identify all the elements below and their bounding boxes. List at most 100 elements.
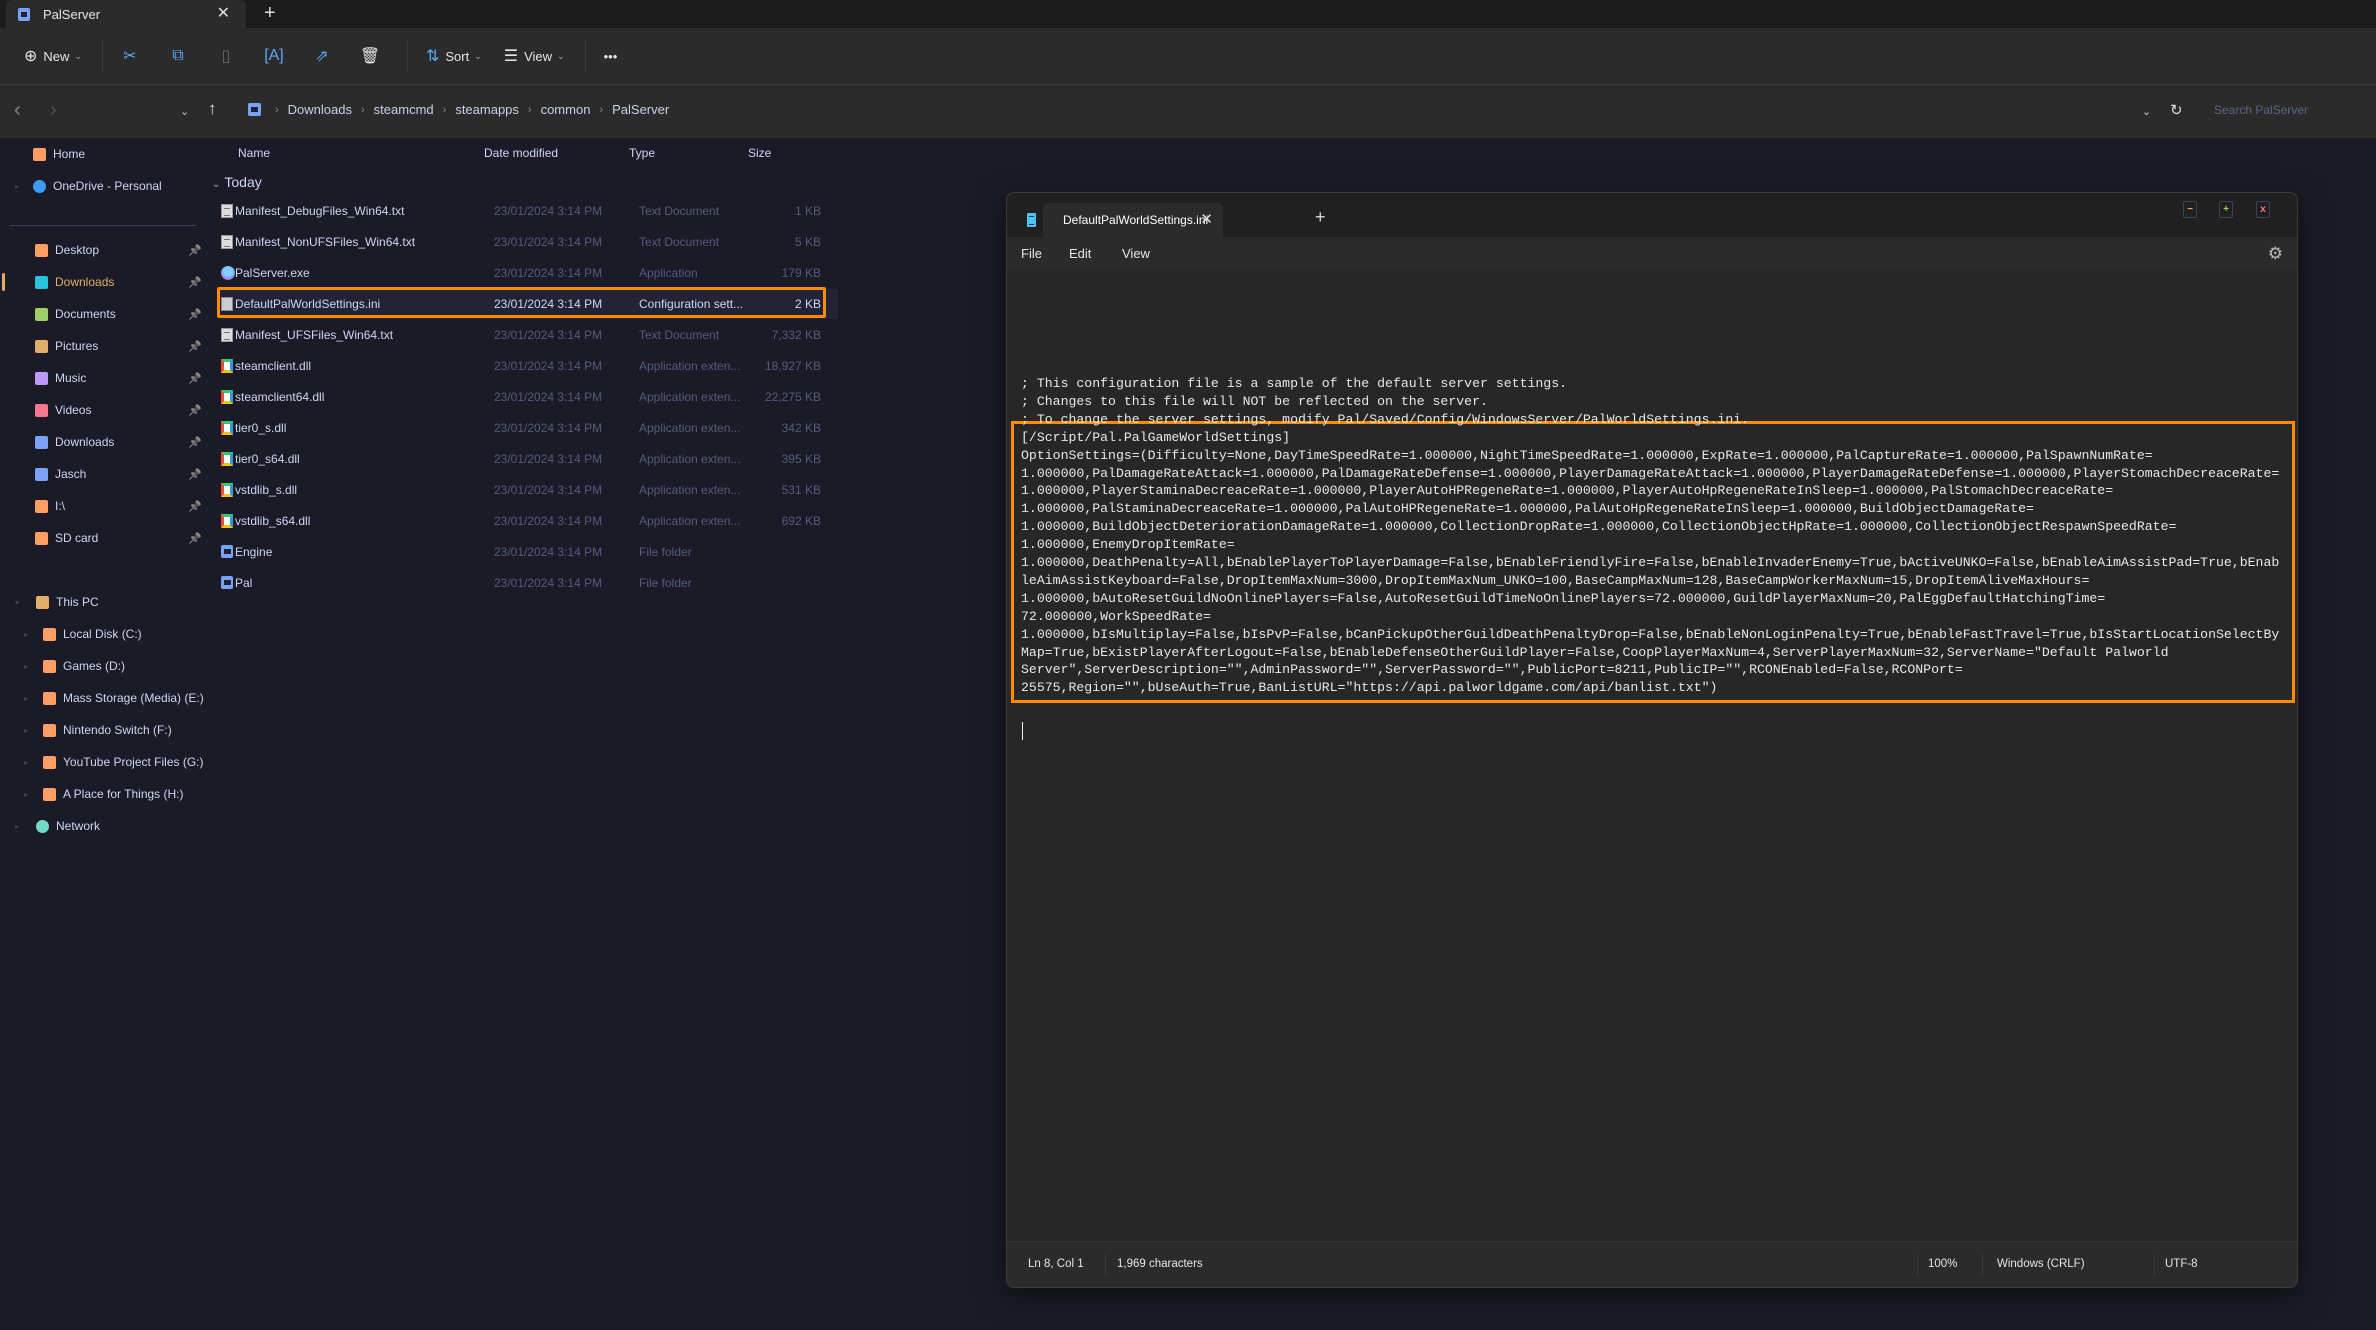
- file-row[interactable]: steamclient.dll 23/01/2024 3:14 PM Applica…: [218, 351, 838, 381]
- sidebar-item-network[interactable]: Network ▸: [0, 812, 210, 840]
- file-row[interactable]: PalServer.exe 23/01/2024 3:14 PM Applicati…: [218, 258, 838, 288]
- breadcrumb-item[interactable]: PalServer: [612, 102, 669, 117]
- back-button[interactable]: ‹: [14, 99, 21, 122]
- share-button[interactable]: ⇗: [307, 38, 343, 74]
- settings-gear-icon[interactable]: ⚙: [2268, 244, 2283, 264]
- paste-button[interactable]: ▯: [211, 38, 247, 74]
- sidebar-item-drive[interactable]: YouTube Project Files (G:) ▸: [0, 748, 210, 776]
- minimize-button[interactable]: −: [2183, 201, 2197, 218]
- menu-file[interactable]: File: [1021, 246, 1042, 261]
- breadcrumb-item[interactable]: steamapps: [455, 102, 519, 117]
- sidebar-item-quick-access[interactable]: Music 📌: [0, 364, 210, 392]
- expand-chevron-icon[interactable]: ▾: [15, 598, 19, 607]
- breadcrumb-item[interactable]: common: [541, 102, 591, 117]
- rename-button[interactable]: [A]: [259, 38, 295, 74]
- explorer-tab[interactable]: PalServer ✕: [6, 0, 246, 28]
- search-input[interactable]: Search PalServer: [2214, 103, 2308, 117]
- column-header-date[interactable]: Date modified: [484, 146, 558, 160]
- text-line: 1.000000,PalDamageRateAttack=1.000000,Pa…: [1021, 465, 2280, 481]
- file-row[interactable]: steamclient64.dll 23/01/2024 3:14 PM Appli…: [218, 382, 838, 412]
- sidebar-item-onedrive[interactable]: OneDrive - Personal ▸: [0, 172, 210, 200]
- breadcrumb-item[interactable]: steamcmd: [374, 102, 434, 117]
- sidebar-item-quick-access[interactable]: Pictures 📌: [0, 332, 210, 360]
- expand-chevron-icon[interactable]: ▸: [24, 758, 28, 767]
- file-row[interactable]: Manifest_NonUFSFiles_Win64.txt 23/01/2024…: [218, 227, 838, 257]
- up-button[interactable]: ↑: [208, 99, 217, 119]
- expand-chevron-icon[interactable]: ▸: [24, 790, 28, 799]
- menu-view[interactable]: View: [1122, 246, 1150, 261]
- sidebar-item-drive[interactable]: Local Disk (C:) ▸: [0, 620, 210, 648]
- text-editor[interactable]: ; This configuration file is a sample of…: [1007, 271, 2297, 1241]
- file-date: 23/01/2024 3:14 PM: [494, 359, 603, 373]
- sidebar-item-quick-access[interactable]: I:\ 📌: [0, 492, 210, 520]
- file-row[interactable]: Manifest_DebugFiles_Win64.txt 23/01/2024 …: [218, 196, 838, 226]
- file-date: 23/01/2024 3:14 PM: [494, 483, 603, 497]
- sidebar-item-drive[interactable]: Nintendo Switch (F:) ▸: [0, 716, 210, 744]
- cut-button[interactable]: ✂: [115, 38, 151, 74]
- file-row[interactable]: vstdlib_s.dll 23/01/2024 3:14 PM Applicati…: [218, 475, 838, 505]
- copy-button[interactable]: ⧉: [163, 38, 199, 74]
- file-row[interactable]: Engine 23/01/2024 3:14 PM File folder: [218, 537, 838, 567]
- zoom-level[interactable]: 100%: [1928, 1258, 1957, 1270]
- file-row[interactable]: tier0_s.dll 23/01/2024 3:14 PM Application…: [218, 413, 838, 443]
- expand-chevron-icon[interactable]: ▸: [15, 182, 19, 191]
- sidebar-item-quick-access[interactable]: Jasch 📌: [0, 460, 210, 488]
- breadcrumb-item[interactable]: Downloads: [288, 102, 352, 117]
- sidebar-item-quick-access[interactable]: Documents 📌: [0, 300, 210, 328]
- sidebar-item-drive[interactable]: Games (D:) ▸: [0, 652, 210, 680]
- expand-chevron-icon[interactable]: ▸: [24, 726, 28, 735]
- file-row[interactable]: vstdlib_s64.dll 23/01/2024 3:14 PM Applica…: [218, 506, 838, 536]
- address-dropdown[interactable]: ⌄: [2142, 105, 2151, 118]
- file-type: Application exten...: [639, 452, 741, 466]
- sidebar-item-home[interactable]: Home: [0, 140, 210, 168]
- new-tab-button[interactable]: +: [1315, 207, 1326, 228]
- file-name: Manifest_NonUFSFiles_Win64.txt: [235, 235, 416, 249]
- forward-button[interactable]: ›: [50, 99, 57, 122]
- line-endings[interactable]: Windows (CRLF): [1997, 1258, 2085, 1270]
- file-size: 7,332 KB: [771, 328, 821, 342]
- sidebar-item-quick-access[interactable]: Downloads 📌: [0, 428, 210, 456]
- sidebar-item-quick-access[interactable]: Videos 📌: [0, 396, 210, 424]
- group-header-today[interactable]: ⌄ Today: [212, 174, 262, 190]
- expand-chevron-icon[interactable]: ▸: [24, 630, 28, 639]
- dll-file-icon: [221, 483, 233, 497]
- sidebar-item-drive[interactable]: A Place for Things (H:) ▸: [0, 780, 210, 808]
- menu-edit[interactable]: Edit: [1069, 246, 1091, 261]
- close-tab-icon[interactable]: ✕: [217, 3, 230, 23]
- encoding[interactable]: UTF-8: [2165, 1258, 2198, 1270]
- pin-icon: 📌: [188, 404, 202, 417]
- maximize-button[interactable]: +: [2219, 201, 2233, 218]
- notepad-tab[interactable]: DefaultPalWorldSettings.ini ✕: [1043, 203, 1223, 237]
- column-header-name[interactable]: Name: [238, 146, 270, 160]
- sidebar-item-quick-access[interactable]: SD card 📌: [0, 524, 210, 552]
- file-row[interactable]: Pal 23/01/2024 3:14 PM File folder: [218, 568, 838, 598]
- file-type: Application exten...: [639, 483, 741, 497]
- sidebar-item-quick-access[interactable]: Downloads 📌: [0, 268, 210, 296]
- file-row[interactable]: tier0_s64.dll 23/01/2024 3:14 PM Applicati…: [218, 444, 838, 474]
- refresh-icon[interactable]: ↻: [2170, 101, 2183, 119]
- trash-icon: 🗑: [359, 48, 381, 65]
- recent-locations-dropdown[interactable]: ⌄: [180, 105, 189, 118]
- new-button[interactable]: ⊕ New ⌄: [18, 38, 88, 74]
- file-type: Application exten...: [639, 390, 741, 404]
- new-tab-button[interactable]: +: [264, 2, 276, 25]
- column-header-type[interactable]: Type: [629, 146, 655, 160]
- notepad-tab-title: DefaultPalWorldSettings.ini: [1063, 213, 1209, 227]
- text-line: 1.000000,EnemyDropItemRate=: [1021, 537, 1235, 553]
- sidebar-item-quick-access[interactable]: Desktop 📌: [0, 236, 210, 264]
- sidebar-item-this-pc[interactable]: This PC ▾: [0, 588, 210, 616]
- text-line: 72.000000,WorkSpeedRate=: [1021, 608, 1211, 624]
- sort-button[interactable]: ⇅ Sort ⌄: [420, 38, 488, 74]
- folder-icon: [35, 467, 48, 481]
- expand-chevron-icon[interactable]: ▸: [15, 822, 19, 831]
- expand-chevron-icon[interactable]: ▸: [24, 694, 28, 703]
- sidebar-item-drive[interactable]: Mass Storage (Media) (E:) ▸: [0, 684, 210, 712]
- view-button[interactable]: ☰ View ⌄: [498, 38, 571, 74]
- close-window-button[interactable]: x: [2256, 201, 2270, 218]
- close-tab-icon[interactable]: ✕: [1200, 210, 1213, 228]
- more-options-button[interactable]: •••: [598, 38, 624, 74]
- delete-button[interactable]: 🗑: [355, 38, 391, 74]
- file-row[interactable]: Manifest_UFSFiles_Win64.txt 23/01/2024 3:…: [218, 320, 838, 350]
- expand-chevron-icon[interactable]: ▸: [24, 662, 28, 671]
- column-header-size[interactable]: Size: [748, 146, 771, 160]
